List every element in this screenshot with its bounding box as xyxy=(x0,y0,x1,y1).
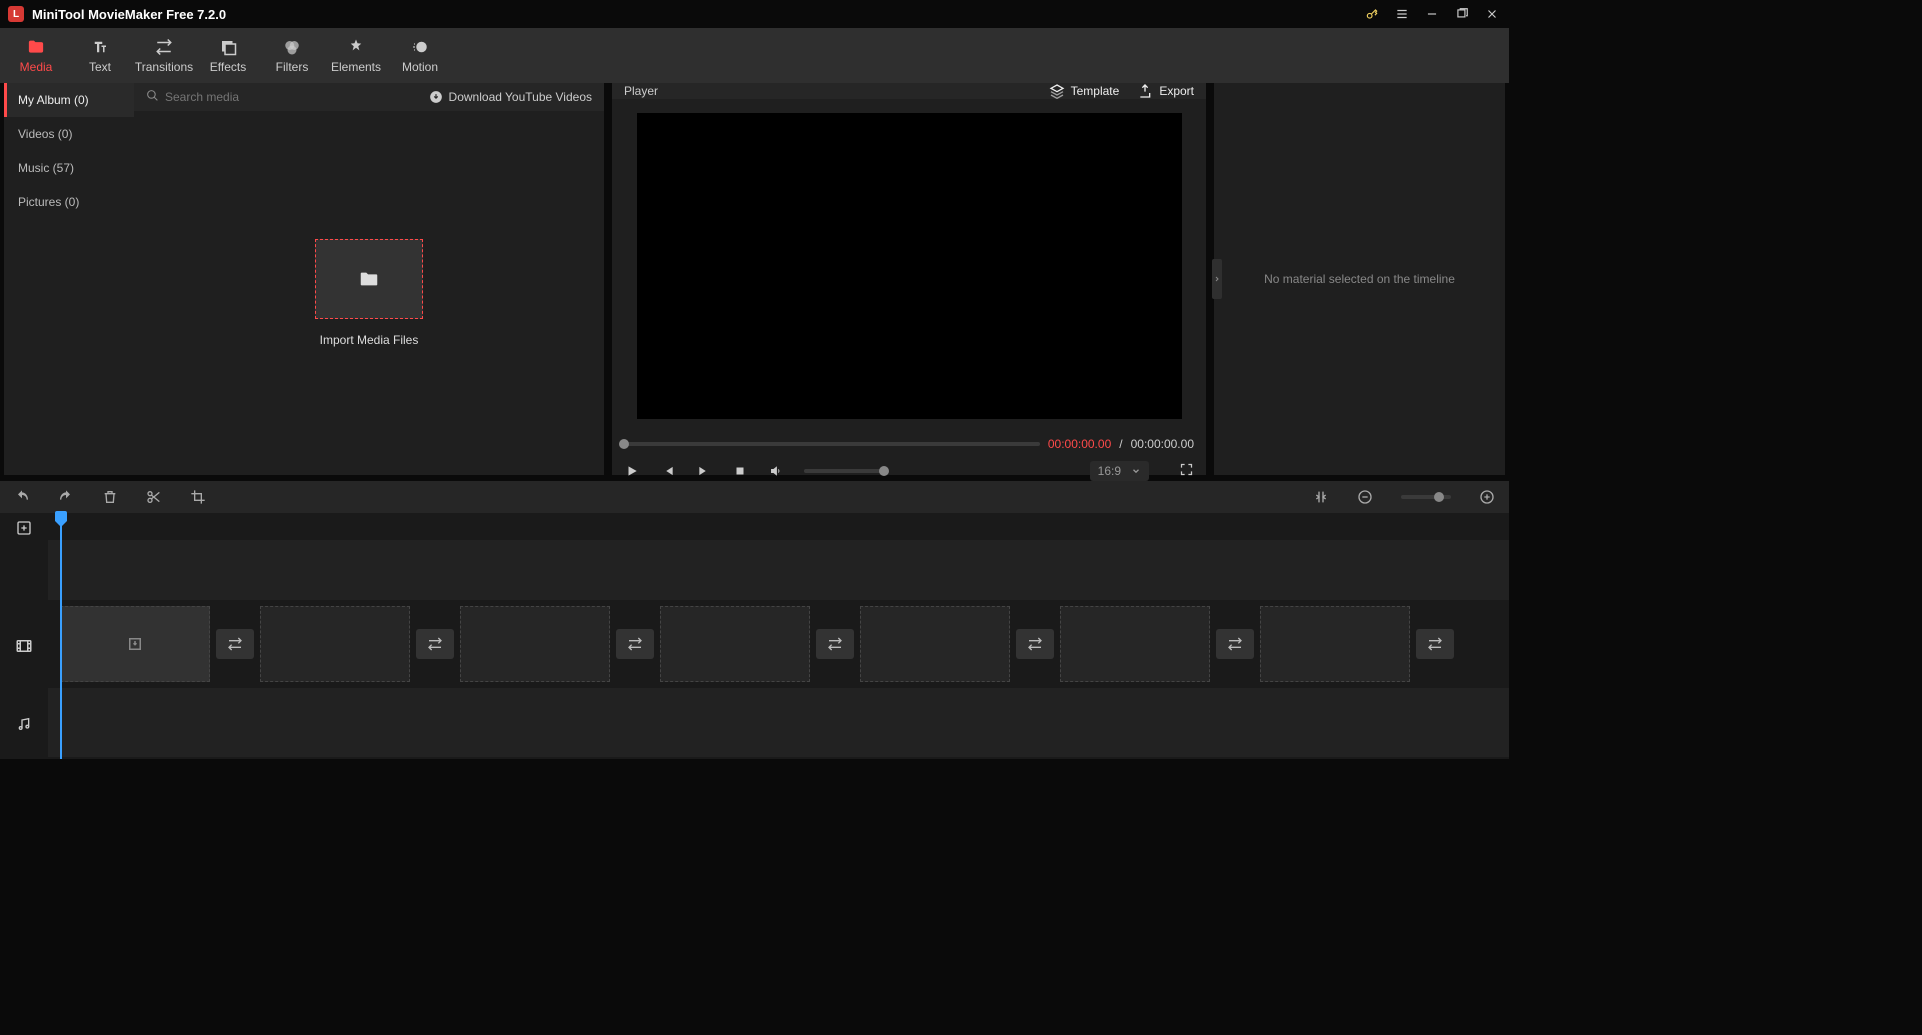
clip-slot[interactable] xyxy=(660,606,810,682)
sidebar-item-label: Pictures (0) xyxy=(18,195,79,209)
titlebar: MiniTool MovieMaker Free 7.2.0 xyxy=(0,0,1509,28)
delete-button[interactable] xyxy=(102,489,118,505)
app-logo xyxy=(8,6,24,22)
transition-slot[interactable] xyxy=(216,629,254,659)
undo-button[interactable] xyxy=(14,489,30,505)
tab-label: Transitions xyxy=(135,60,193,74)
clip-slot[interactable] xyxy=(60,606,210,682)
tab-transitions[interactable]: Transitions xyxy=(132,28,196,83)
aspect-label: 16:9 xyxy=(1098,464,1121,478)
volume-slider[interactable] xyxy=(804,469,884,473)
clip-slot[interactable] xyxy=(860,606,1010,682)
export-button[interactable]: Export xyxy=(1137,83,1194,99)
link-label: Download YouTube Videos xyxy=(449,90,592,104)
search-input[interactable] xyxy=(165,90,429,104)
time-sep: / xyxy=(1119,437,1122,451)
properties-panel: No material selected on the timeline xyxy=(1214,83,1505,475)
media-panel: My Album (0) Videos (0) Music (57) Pictu… xyxy=(4,83,604,475)
tab-elements[interactable]: Elements xyxy=(324,28,388,83)
seek-slider[interactable] xyxy=(624,442,1040,446)
zoom-in-button[interactable] xyxy=(1479,489,1495,505)
clip-slot[interactable] xyxy=(460,606,610,682)
top-tabs: Media Text Transitions Effects Filters E… xyxy=(0,28,1509,83)
app-title: MiniTool MovieMaker Free 7.2.0 xyxy=(32,7,1363,22)
stop-button[interactable] xyxy=(732,463,748,479)
minimize-icon[interactable] xyxy=(1423,5,1441,23)
text-track[interactable] xyxy=(48,539,1509,601)
video-track[interactable] xyxy=(48,601,1509,687)
transition-slot[interactable] xyxy=(816,629,854,659)
tab-label: Media xyxy=(20,60,53,74)
close-icon[interactable] xyxy=(1483,5,1501,23)
player-panel: Player Template Export 00:00:00.00 / 00:… xyxy=(612,83,1206,475)
time-total: 00:00:00.00 xyxy=(1131,437,1194,451)
button-label: Template xyxy=(1071,84,1120,98)
transition-slot[interactable] xyxy=(1216,629,1254,659)
clip-slot[interactable] xyxy=(1060,606,1210,682)
add-track-button[interactable] xyxy=(0,513,48,543)
split-button[interactable] xyxy=(146,489,162,505)
clip-slot[interactable] xyxy=(1260,606,1410,682)
transition-slot[interactable] xyxy=(1016,629,1054,659)
tab-label: Elements xyxy=(331,60,381,74)
aspect-ratio-select[interactable]: 16:9 xyxy=(1090,461,1149,481)
volume-button[interactable] xyxy=(768,463,784,479)
transition-slot[interactable] xyxy=(416,629,454,659)
redo-button[interactable] xyxy=(58,489,74,505)
panel-collapse-handle[interactable] xyxy=(1212,259,1222,299)
player-viewport xyxy=(637,113,1182,419)
tab-effects[interactable]: Effects xyxy=(196,28,260,83)
maximize-icon[interactable] xyxy=(1453,5,1471,23)
tab-text[interactable]: Text xyxy=(68,28,132,83)
time-current: 00:00:00.00 xyxy=(1048,437,1111,451)
audio-track-icon xyxy=(0,689,48,759)
media-sidebar: My Album (0) Videos (0) Music (57) Pictu… xyxy=(4,83,134,475)
tab-motion[interactable]: Motion xyxy=(388,28,452,83)
next-frame-button[interactable] xyxy=(696,463,712,479)
empty-state-text: No material selected on the timeline xyxy=(1264,272,1455,286)
tab-label: Effects xyxy=(210,60,246,74)
audio-track[interactable] xyxy=(48,687,1509,757)
sidebar-item-my-album[interactable]: My Album (0) xyxy=(4,83,134,117)
zoom-out-button[interactable] xyxy=(1357,489,1373,505)
menu-icon[interactable] xyxy=(1393,5,1411,23)
play-button[interactable] xyxy=(624,463,640,479)
import-media-button[interactable] xyxy=(315,239,423,319)
tab-label: Motion xyxy=(402,60,438,74)
sidebar-item-label: My Album (0) xyxy=(18,93,89,107)
timeline xyxy=(0,513,1509,759)
crop-button[interactable] xyxy=(190,489,206,505)
tab-filters[interactable]: Filters xyxy=(260,28,324,83)
zoom-slider[interactable] xyxy=(1401,495,1451,499)
tab-label: Filters xyxy=(276,60,309,74)
import-label: Import Media Files xyxy=(320,333,419,347)
button-label: Export xyxy=(1159,84,1194,98)
tab-label: Text xyxy=(89,60,111,74)
folder-icon xyxy=(356,268,382,290)
playhead[interactable] xyxy=(60,513,62,759)
fullscreen-button[interactable] xyxy=(1179,462,1194,480)
time-ruler[interactable] xyxy=(48,513,1509,539)
tab-media[interactable]: Media xyxy=(4,28,68,83)
sidebar-item-label: Videos (0) xyxy=(18,127,72,141)
fit-button[interactable] xyxy=(1313,489,1329,505)
player-title: Player xyxy=(624,84,1031,98)
sidebar-item-label: Music (57) xyxy=(18,161,74,175)
video-track-icon xyxy=(0,603,48,689)
chevron-down-icon xyxy=(1131,466,1141,476)
transition-slot[interactable] xyxy=(616,629,654,659)
template-button[interactable]: Template xyxy=(1049,83,1120,99)
sidebar-item-music[interactable]: Music (57) xyxy=(4,151,134,185)
transition-slot[interactable] xyxy=(1416,629,1454,659)
search-icon xyxy=(146,89,159,105)
clip-slot[interactable] xyxy=(260,606,410,682)
sidebar-item-videos[interactable]: Videos (0) xyxy=(4,117,134,151)
license-key-icon[interactable] xyxy=(1363,5,1381,23)
prev-frame-button[interactable] xyxy=(660,463,676,479)
download-youtube-link[interactable]: Download YouTube Videos xyxy=(429,90,592,104)
sidebar-item-pictures[interactable]: Pictures (0) xyxy=(4,185,134,219)
